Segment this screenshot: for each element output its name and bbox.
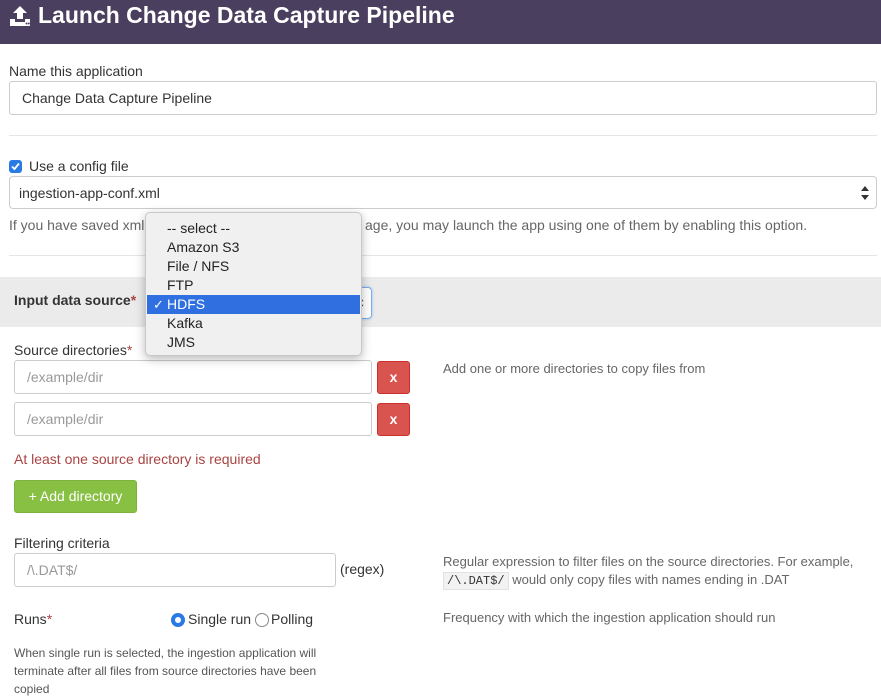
dropdown-option-jms[interactable]: JMS	[147, 333, 360, 352]
dropdown-option-hdfs[interactable]: ✓ HDFS	[147, 295, 360, 314]
filtering-input[interactable]	[14, 553, 336, 587]
single-run-label: Single run	[188, 611, 252, 627]
check-icon	[11, 162, 20, 171]
source-dir-input[interactable]	[14, 402, 372, 436]
remove-dir-button[interactable]: x	[377, 361, 410, 394]
divider	[9, 255, 877, 256]
polling-label: Polling	[271, 611, 314, 627]
config-checkbox-label: Use a config file	[29, 158, 129, 174]
dropdown-option-amazon-s3[interactable]: Amazon S3	[147, 238, 360, 257]
upload-icon	[10, 6, 30, 26]
regex-example-code: /\.DAT$/	[443, 572, 509, 590]
select-arrows-icon	[861, 186, 869, 200]
dropdown-option-ftp[interactable]: FTP	[147, 276, 360, 295]
source-dirs-error: At least one source directory is require…	[14, 451, 261, 467]
filtering-label: Filtering criteria	[14, 535, 110, 551]
remove-dir-button[interactable]: x	[377, 403, 410, 436]
config-file-select[interactable]: ingestion-app-conf.xml	[9, 176, 877, 209]
add-directory-button[interactable]: + Add directory	[14, 480, 137, 513]
dropdown-option-kafka[interactable]: Kafka	[147, 314, 360, 333]
runs-note: When single run is selected, the ingesti…	[14, 646, 317, 696]
polling-radio[interactable]	[255, 613, 269, 627]
source-dirs-label: Source directories*	[14, 342, 133, 358]
single-run-radio[interactable]	[171, 613, 185, 627]
divider	[9, 135, 877, 136]
regex-suffix: (regex)	[340, 561, 385, 577]
source-dir-input[interactable]	[14, 360, 372, 394]
app-name-input[interactable]	[9, 81, 877, 115]
runs-help: Frequency with which the ingestion appli…	[443, 610, 776, 625]
filtering-help-line2: /\.DAT$/ would only copy files with name…	[443, 572, 789, 590]
dropdown-option-file-nfs[interactable]: File / NFS	[147, 257, 360, 276]
config-file-value: ingestion-app-conf.xml	[19, 185, 160, 201]
runs-label: Runs*	[14, 611, 53, 627]
source-dirs-help: Add one or more directories to copy file…	[443, 361, 706, 376]
input-source-dropdown: -- select -- Amazon S3 File / NFS FTP ✓ …	[145, 212, 362, 356]
input-source-label: Input data source*	[14, 292, 137, 308]
page-header: Launch Change Data Capture Pipeline	[0, 0, 881, 44]
page-title: Launch Change Data Capture Pipeline	[38, 2, 455, 28]
config-help-right: age, you may launch the app using one of…	[365, 217, 808, 233]
config-checkbox[interactable]	[9, 160, 22, 173]
app-name-label: Name this application	[9, 63, 143, 79]
dropdown-option-hdfs-label: HDFS	[167, 296, 206, 312]
config-help-left: If you have saved xml	[9, 217, 145, 233]
checkmark-icon: ✓	[153, 297, 164, 312]
dropdown-option-select[interactable]: -- select --	[147, 219, 360, 238]
filtering-help: Regular expression to filter files on th…	[443, 554, 854, 569]
